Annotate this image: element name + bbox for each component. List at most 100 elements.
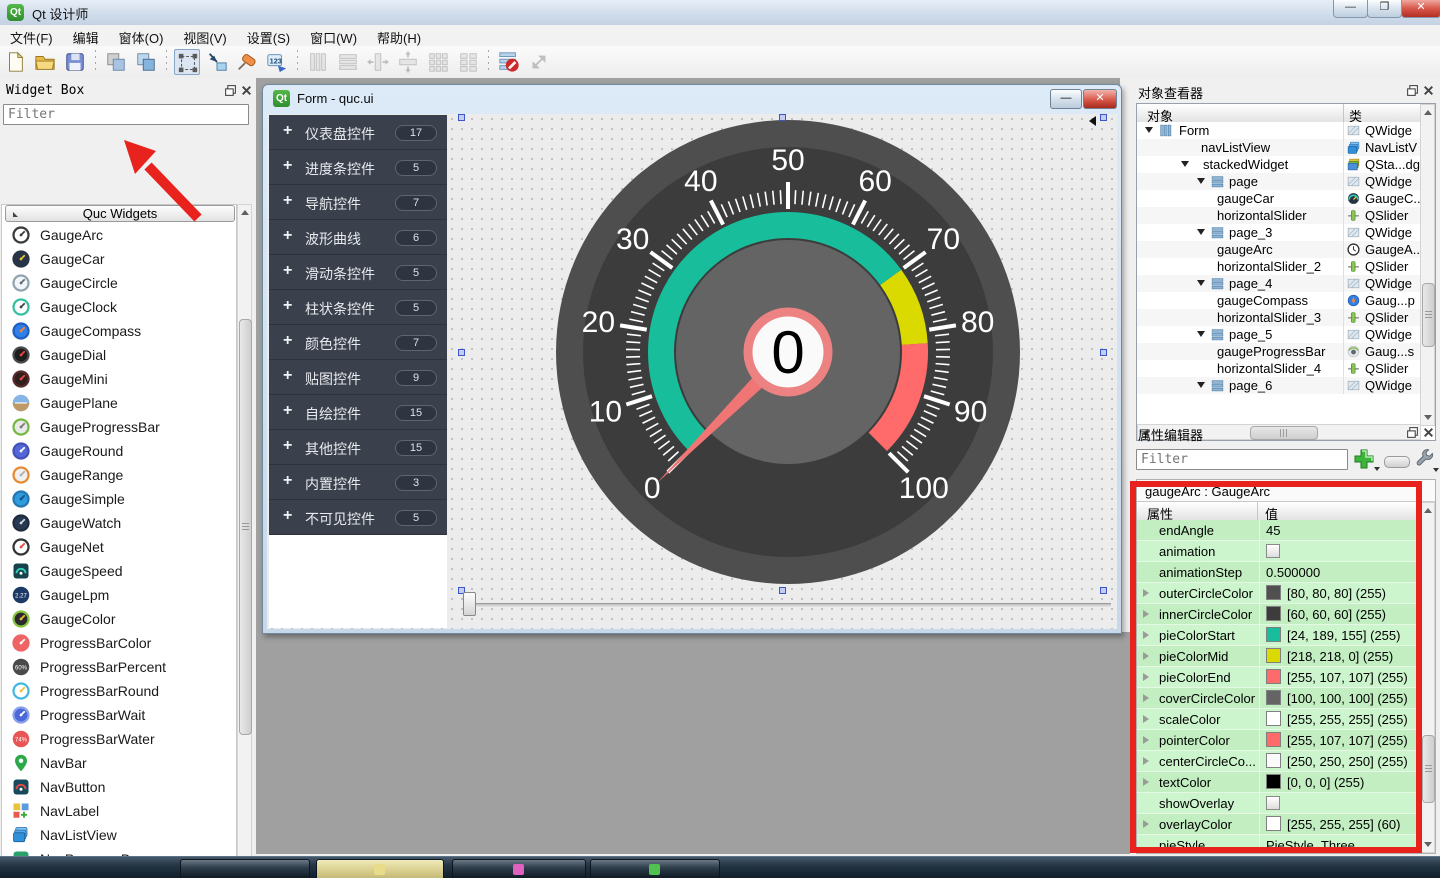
inspector-row-gaugeCar[interactable]: gaugeCarGaugeC...	[1137, 190, 1421, 207]
inspector-vscrollbar[interactable]	[1420, 104, 1435, 426]
expand-arrow-icon[interactable]	[1143, 820, 1149, 828]
expand-arrow-icon[interactable]	[1145, 127, 1153, 133]
layout-grid-button[interactable]	[425, 49, 451, 75]
gauge-arc-widget[interactable]: 01020304050607080901000	[555, 119, 1021, 585]
widget-item-gaugeclock[interactable]: GaugeClock	[4, 295, 234, 319]
inspector-row-gaugeArc[interactable]: gaugeArcGaugeA...	[1137, 241, 1421, 258]
inspector-row-gaugeProgressBar[interactable]: gaugeProgressBarGaug...s	[1137, 343, 1421, 360]
expand-arrow-icon[interactable]	[1181, 161, 1189, 167]
edit-widgets-button[interactable]	[174, 49, 200, 75]
widget-item-progressbarwater[interactable]: 74%ProgressBarWater	[4, 727, 234, 751]
nav-item[interactable]: +内置控件3	[269, 465, 447, 500]
widget-item-navlistview[interactable]: NavListView	[4, 823, 234, 847]
property-vscrollbar[interactable]	[1420, 502, 1435, 853]
nav-item[interactable]: +导航控件7	[269, 185, 447, 220]
expand-arrow-icon[interactable]	[1197, 382, 1205, 388]
widget-item-gaugespeed[interactable]: GaugeSpeed	[4, 559, 234, 583]
form-canvas[interactable]: +仪表盘控件17+进度条控件5+导航控件7+波形曲线6+滑动条控件5+柱状条控件…	[267, 114, 1117, 629]
horizontal-slider-groove[interactable]	[463, 603, 1111, 607]
widget-box-scrollbar[interactable]	[237, 204, 252, 878]
widget-item-gaugenet[interactable]: GaugeNet	[4, 535, 234, 559]
preview-button[interactable]	[133, 49, 159, 75]
inspector-row-navListView[interactable]: navListViewNavListV	[1137, 139, 1421, 156]
expand-arrow-icon[interactable]	[1143, 631, 1149, 639]
minimize-button[interactable]: —	[1333, 0, 1368, 18]
property-row-overlayColor[interactable]: overlayColor[255, 255, 255] (60)	[1137, 814, 1421, 835]
widget-item-gaugeplane[interactable]: GaugePlane	[4, 391, 234, 415]
open-form-button[interactable]	[32, 49, 58, 75]
layout-vertically-button[interactable]	[305, 49, 331, 75]
layout-horizontal-splitter-button[interactable]	[365, 49, 391, 75]
property-value[interactable]: PieStyle_Three	[1259, 835, 1421, 854]
property-row-endAngle[interactable]: endAngle45	[1137, 520, 1421, 541]
selection-handle[interactable]	[779, 114, 786, 121]
property-value[interactable]: [218, 218, 0] (255)	[1259, 646, 1421, 667]
add-property-button[interactable]	[1352, 447, 1376, 471]
property-value[interactable]: 45	[1259, 520, 1421, 541]
expand-arrow-icon[interactable]	[1143, 757, 1149, 765]
property-row-pieColorStart[interactable]: pieColorStart[24, 189, 155] (255)	[1137, 625, 1421, 646]
expand-arrow-icon[interactable]	[1143, 610, 1149, 618]
nav-item[interactable]: +滑动条控件5	[269, 255, 447, 290]
widget-item-progressbarpercent[interactable]: 60%ProgressBarPercent	[4, 655, 234, 679]
property-editor-header[interactable]: 属性 值	[1137, 502, 1435, 521]
edit-signals-slots-button[interactable]	[204, 49, 230, 75]
widget-item-gaugeprogressbar[interactable]: GaugeProgressBar	[4, 415, 234, 439]
remove-property-button[interactable]	[1384, 456, 1410, 468]
property-value[interactable]: [255, 107, 107] (255)	[1259, 667, 1421, 688]
float-icon[interactable]	[1406, 84, 1419, 97]
close-icon[interactable]	[1422, 84, 1435, 97]
inspector-row-Form[interactable]: FormQWidge	[1137, 122, 1421, 139]
close-button[interactable]: ✕	[1401, 0, 1440, 18]
category-quc-widgets[interactable]: Quc Widgets	[5, 205, 235, 222]
selection-handle[interactable]	[779, 587, 786, 594]
property-value[interactable]: [0, 0, 0] (255)	[1259, 772, 1421, 793]
new-form-button[interactable]	[2, 49, 28, 75]
property-row-pieStyle[interactable]: pieStylePieStyle_Three	[1137, 835, 1421, 854]
widget-item-gaugelpm[interactable]: 2.27GaugeLpm	[4, 583, 234, 607]
widget-item-gaugemini[interactable]: GaugeMini	[4, 367, 234, 391]
property-value[interactable]: 0.500000	[1259, 562, 1421, 583]
property-value[interactable]: [255, 255, 255] (255)	[1259, 709, 1421, 730]
inspector-row-horizontalSlider_3[interactable]: horizontalSlider_3QSlider	[1137, 309, 1421, 326]
close-icon[interactable]	[240, 84, 253, 97]
view-code-button[interactable]	[103, 49, 129, 75]
widget-item-progressbarround[interactable]: ProgressBarRound	[4, 679, 234, 703]
object-inspector-header[interactable]: 对象 类	[1137, 104, 1435, 123]
inspector-row-page_5[interactable]: page_5QWidge	[1137, 326, 1421, 343]
expand-arrow-icon[interactable]	[1197, 178, 1205, 184]
edit-tab-order-button[interactable]: 123	[264, 49, 290, 75]
dropdown-arrow-icon[interactable]	[1374, 467, 1380, 471]
inspector-row-page[interactable]: pageQWidge	[1137, 173, 1421, 190]
widget-item-gaugerange[interactable]: GaugeRange	[4, 463, 234, 487]
taskbar-button[interactable]	[590, 859, 720, 878]
property-value[interactable]: [60, 60, 60] (255)	[1259, 604, 1421, 625]
expand-arrow-icon[interactable]	[1197, 280, 1205, 286]
edit-buddies-button[interactable]	[234, 49, 260, 75]
property-value[interactable]: [24, 189, 155] (255)	[1259, 625, 1421, 646]
float-icon[interactable]	[224, 84, 237, 97]
close-icon[interactable]	[1422, 426, 1435, 439]
widget-item-gaugeround[interactable]: GaugeRound	[4, 439, 234, 463]
nav-item[interactable]: +颜色控件7	[269, 325, 447, 360]
taskbar-button[interactable]	[180, 859, 310, 878]
page-indicator-arrow-icon[interactable]	[1089, 116, 1096, 126]
expand-arrow-icon[interactable]	[1197, 331, 1205, 337]
widget-item-gaugewatch[interactable]: GaugeWatch	[4, 511, 234, 535]
layout-form-button[interactable]	[455, 49, 481, 75]
nav-item[interactable]: +不可见控件5	[269, 500, 447, 535]
property-row-innerCircleColor[interactable]: innerCircleColor[60, 60, 60] (255)	[1137, 604, 1421, 625]
property-row-animation[interactable]: animation	[1137, 541, 1421, 562]
nav-item[interactable]: +仪表盘控件17	[269, 115, 447, 150]
expand-arrow-icon[interactable]	[1143, 652, 1149, 660]
nav-item[interactable]: +自绘控件15	[269, 395, 447, 430]
property-value[interactable]: [100, 100, 100] (255)	[1259, 688, 1421, 709]
widget-item-navbar[interactable]: NavBar	[4, 751, 234, 775]
widget-item-gaugecolor[interactable]: GaugeColor	[4, 607, 234, 631]
settings-wrench-icon[interactable]	[1414, 448, 1436, 470]
property-row-animationStep[interactable]: animationStep0.500000	[1137, 562, 1421, 583]
save-form-button[interactable]	[62, 49, 88, 75]
nav-item[interactable]: +进度条控件5	[269, 150, 447, 185]
property-row-showOverlay[interactable]: showOverlay	[1137, 793, 1421, 814]
adjust-size-button[interactable]	[526, 49, 552, 75]
